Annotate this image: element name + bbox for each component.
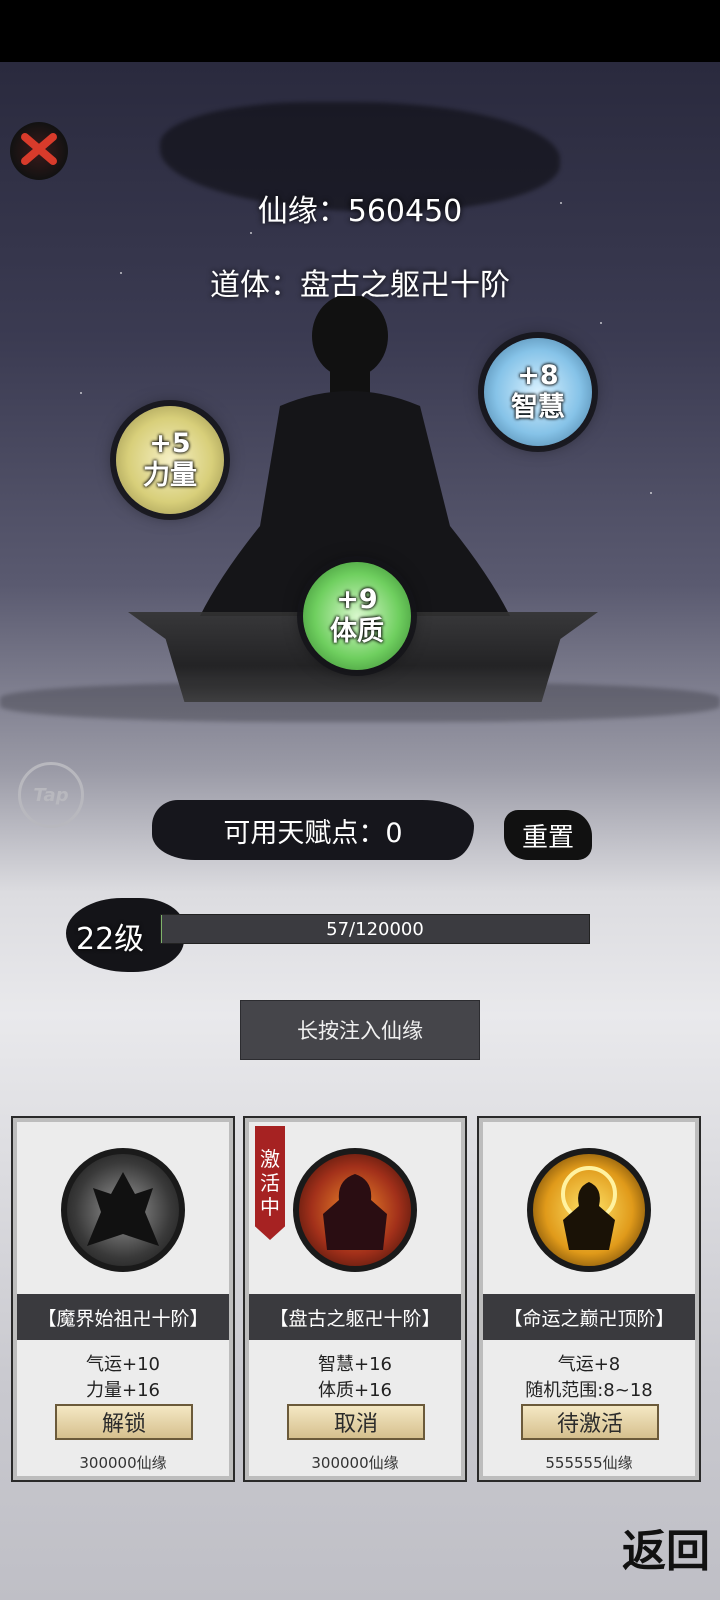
pending-activate-button[interactable]: 待激活 bbox=[521, 1404, 659, 1440]
strength-orb[interactable]: +5 力量 bbox=[116, 406, 224, 514]
star bbox=[600, 322, 602, 324]
star bbox=[650, 492, 652, 494]
close-icon bbox=[19, 129, 59, 173]
card-attr-2: 随机范围:8~18 bbox=[525, 1380, 653, 1401]
active-tag-char: 中 bbox=[260, 1195, 280, 1219]
talent-points-banner: 可用天赋点：0 bbox=[152, 800, 474, 860]
back-button[interactable]: 返回 bbox=[622, 1512, 720, 1582]
star bbox=[250, 232, 252, 234]
card-attr-2: 力量+16 bbox=[86, 1380, 160, 1401]
active-tag-char: 激 bbox=[260, 1147, 280, 1171]
card-title: 【盘古之躯卍十阶】 bbox=[249, 1294, 461, 1340]
destiny-portrait bbox=[527, 1148, 651, 1272]
card-attr-1: 气运+8 bbox=[557, 1354, 621, 1375]
body-card-mojie[interactable]: 【魔界始祖卍十阶】 气运+10 力量+16 解锁 300000仙缘 bbox=[13, 1118, 233, 1480]
wisdom-name: 智慧 bbox=[511, 392, 565, 423]
exp-bar: 57/120000 bbox=[160, 914, 590, 944]
close-button[interactable] bbox=[10, 122, 68, 180]
card-attr-2: 体质+16 bbox=[318, 1380, 392, 1401]
physique-value: +9 bbox=[336, 584, 378, 615]
card-attr-1: 智慧+16 bbox=[318, 1354, 392, 1375]
active-tag: 激 活 中 bbox=[255, 1126, 285, 1240]
inject-label: 长按注入仙缘 bbox=[297, 1019, 423, 1043]
card-title: 【命运之巅卍顶阶】 bbox=[483, 1294, 695, 1340]
card-cost: 300000仙缘 bbox=[79, 1454, 167, 1472]
body-card-pangu[interactable]: 激 活 中 【盘古之躯卍十阶】 智慧+16 体质+16 取消 300000仙缘 bbox=[245, 1118, 465, 1480]
level-label: 22级 bbox=[76, 922, 145, 957]
inject-xianyuan-button[interactable]: 长按注入仙缘 bbox=[240, 1000, 480, 1060]
tap-icon[interactable]: Tap bbox=[18, 762, 84, 828]
active-tag-char: 活 bbox=[260, 1171, 280, 1195]
tap-label: Tap bbox=[33, 784, 69, 806]
card-title: 【魔界始祖卍十阶】 bbox=[17, 1294, 229, 1340]
reset-label: 重置 bbox=[521, 822, 574, 853]
xianyuan-total: 仙缘：560450 bbox=[257, 194, 463, 229]
physique-name: 体质 bbox=[330, 616, 384, 647]
demon-portrait bbox=[61, 1148, 185, 1272]
card-cost: 555555仙缘 bbox=[545, 1454, 633, 1472]
wisdom-value: +8 bbox=[517, 360, 559, 391]
body-card-mingyun[interactable]: 【命运之巅卍顶阶】 气运+8 随机范围:8~18 待激活 555555仙缘 bbox=[479, 1118, 699, 1480]
star bbox=[80, 392, 82, 394]
reset-button[interactable]: 重置 bbox=[504, 810, 592, 860]
card-cost: 300000仙缘 bbox=[311, 1454, 399, 1472]
wisdom-orb[interactable]: +8 智慧 bbox=[484, 338, 592, 446]
strength-value: +5 bbox=[149, 428, 191, 459]
pangu-portrait bbox=[293, 1148, 417, 1272]
physique-orb[interactable]: +9 体质 bbox=[303, 562, 411, 670]
exp-text: 57/120000 bbox=[326, 918, 424, 940]
card-attr-1: 气运+10 bbox=[86, 1354, 160, 1375]
cancel-button[interactable]: 取消 bbox=[287, 1404, 425, 1440]
strength-name: 力量 bbox=[143, 460, 197, 491]
talent-points-label: 可用天赋点：0 bbox=[223, 817, 403, 849]
unlock-button[interactable]: 解锁 bbox=[55, 1404, 193, 1440]
